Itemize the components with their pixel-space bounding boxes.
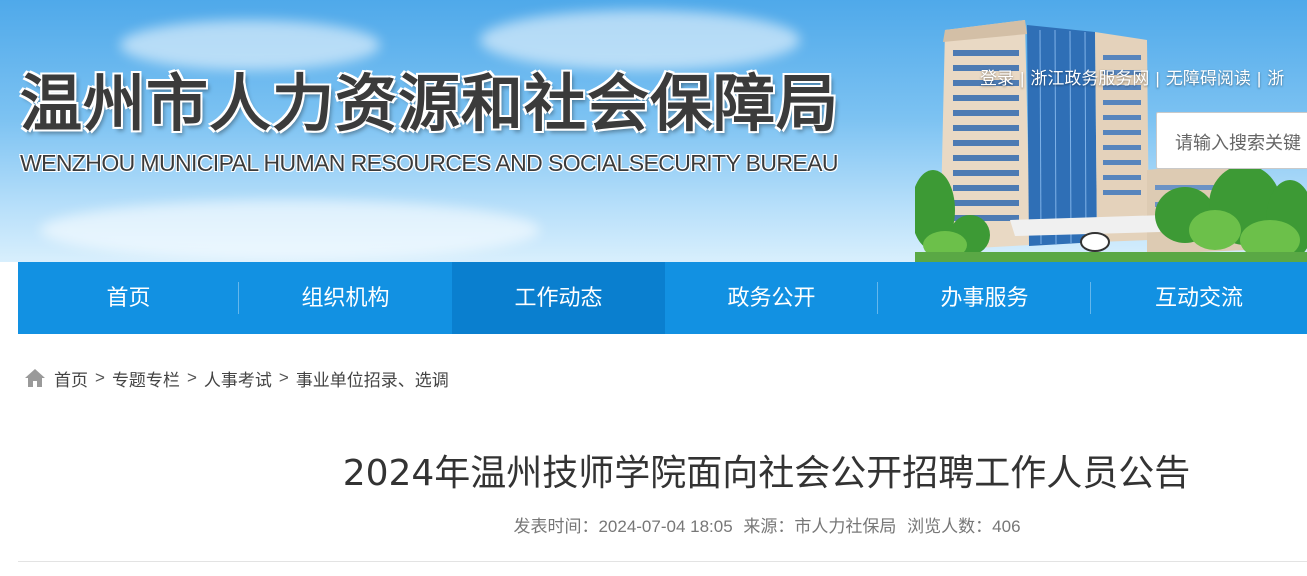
login-link[interactable]: 登录 (980, 69, 1014, 88)
cloud-decoration (120, 20, 380, 70)
nav-item-work-news[interactable]: 工作动态 (452, 262, 665, 334)
truncated-link[interactable]: 浙 (1267, 69, 1284, 88)
publish-time-label: 发表时间： (513, 517, 599, 536)
source-label: 来源： (743, 517, 795, 536)
search-input[interactable]: 请输入搜索关键 (1156, 112, 1307, 169)
site-title-cn: 温州市人力资源和社会保障局 (20, 67, 840, 140)
nav-item-home[interactable]: 首页 (18, 262, 239, 334)
source-value: 市人力社保局 (794, 517, 897, 536)
views-count: 406 (992, 517, 1021, 536)
link-separator: | (1020, 69, 1025, 88)
nav-item-organization[interactable]: 组织机构 (239, 262, 452, 334)
nav-item-label: 组织机构 (301, 285, 390, 310)
breadcrumb-separator: > (186, 368, 197, 387)
header-banner: 温州市人力资源和社会保障局 WENZHOU MUNICIPAL HUMAN RE… (0, 0, 1307, 262)
cloud-decoration (40, 200, 540, 260)
link-separator: | (1256, 69, 1262, 88)
nav-item-interaction[interactable]: 互动交流 (1091, 262, 1307, 334)
cloud-decoration (480, 10, 800, 70)
breadcrumb-recruitment[interactable]: 事业单位招录、选调 (296, 366, 449, 391)
breadcrumb-special-topics[interactable]: 专题专栏 (112, 366, 180, 391)
nav-item-label: 办事服务 (940, 285, 1029, 310)
article-meta: 发表时间：2024-07-04 18:05 来源：市人力社保局 浏览人数：406 (0, 512, 1307, 537)
site-title-en: WENZHOU MUNICIPAL HUMAN RESOURCES AND SO… (20, 150, 838, 176)
breadcrumb-separator: > (278, 368, 289, 387)
home-icon (25, 369, 45, 387)
publish-time: 2024-07-04 18:05 (598, 517, 733, 536)
main-nav: 首页 组织机构 工作动态 政务公开 办事服务 互动交流 (18, 262, 1307, 334)
views-label: 浏览人数： (907, 517, 993, 536)
breadcrumb-separator: > (95, 368, 105, 387)
breadcrumb-personnel-exam[interactable]: 人事考试 (204, 366, 272, 391)
nav-item-services[interactable]: 办事服务 (878, 262, 1091, 334)
nav-item-gov-affairs[interactable]: 政务公开 (665, 262, 878, 334)
link-separator: | (1155, 69, 1160, 88)
breadcrumb-home[interactable]: 首页 (54, 366, 88, 391)
zj-gov-service-link[interactable]: 浙江政务服务网 (1030, 69, 1149, 88)
divider-line (18, 561, 1307, 562)
nav-item-label: 工作动态 (514, 285, 603, 310)
accessibility-link[interactable]: 无障碍阅读 (1166, 69, 1251, 88)
nav-item-label: 政务公开 (727, 285, 816, 310)
nav-item-label: 首页 (106, 285, 151, 310)
breadcrumb: 首页 > 专题专栏 > 人事考试 > 事业单位招录、选调 (24, 366, 449, 390)
article-title: 2024年温州技师学院面向社会公开招聘工作人员公告 (342, 453, 1191, 494)
nav-item-label: 互动交流 (1154, 285, 1243, 310)
top-links: 登录 | 浙江政务服务网 | 无障碍阅读 | 浙 (980, 64, 1284, 89)
